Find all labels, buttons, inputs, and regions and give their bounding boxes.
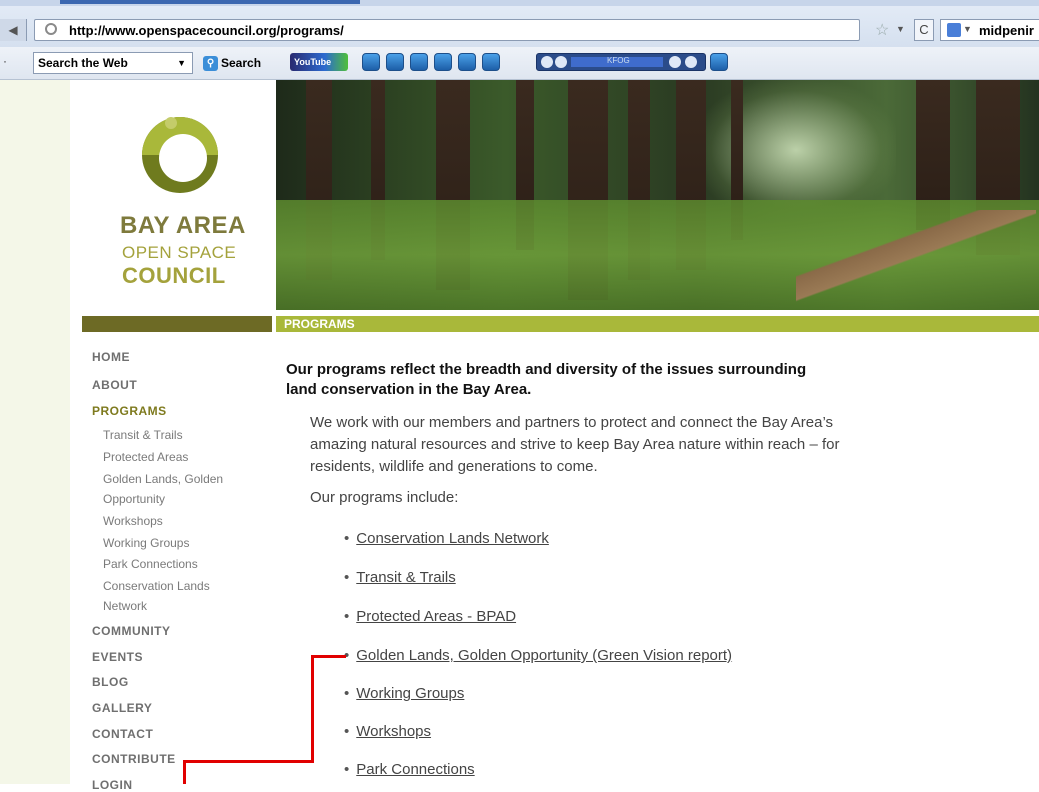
chevron-down-icon[interactable]: ▼ bbox=[896, 24, 905, 34]
chevron-down-icon[interactable]: ▼ bbox=[963, 24, 972, 34]
toolbar-app-icon[interactable] bbox=[458, 53, 476, 71]
intro-heading: Our programs reflect the breadth and div… bbox=[286, 361, 807, 398]
link-transit-trails[interactable]: Transit & Trails bbox=[356, 569, 455, 586]
engine-search-field[interactable]: ▼ midpenir bbox=[940, 19, 1039, 41]
hero-forest-image bbox=[276, 80, 1039, 310]
toolbar-app-icon[interactable] bbox=[410, 53, 428, 71]
toolbar-search-text: Search the Web bbox=[38, 56, 128, 70]
toolbar-app-icon[interactable] bbox=[482, 53, 500, 71]
intro-paragraph: We work with our members and partners to… bbox=[310, 414, 840, 475]
link-conservation-lands-network[interactable]: Conservation Lands Network bbox=[356, 530, 549, 547]
nav-header-bar bbox=[82, 316, 272, 332]
bookmark-star-icon[interactable]: ☆ bbox=[875, 20, 889, 40]
search-engine-icon[interactable] bbox=[947, 23, 961, 37]
youtube-icon[interactable]: YouTube bbox=[290, 53, 348, 71]
nav-sub-workshops[interactable]: Workshops bbox=[103, 514, 163, 528]
logo-ring-icon bbox=[142, 117, 218, 193]
options-icon[interactable] bbox=[685, 56, 697, 68]
nav-contribute[interactable]: CONTRIBUTE bbox=[92, 752, 176, 766]
logo-text-open-space: OPEN SPACE bbox=[122, 243, 237, 262]
toolbar-app-icon[interactable] bbox=[386, 53, 404, 71]
nav-sub-conservation-lands-cont[interactable]: Network bbox=[103, 599, 147, 613]
nav-sub-transit-trails[interactable]: Transit & Trails bbox=[103, 428, 183, 442]
logo-text-council: COUNCIL bbox=[122, 263, 226, 288]
radio-player[interactable]: KFOG bbox=[536, 53, 706, 71]
link-golden-lands[interactable]: Golden Lands, Golden Opportunity (Green … bbox=[356, 647, 732, 664]
annotation-line bbox=[311, 655, 314, 763]
addon-toolbar: · Search the Web ▼ ⚲ Search YouTube KFOG bbox=[0, 47, 1039, 80]
nav-sub-golden-lands-cont[interactable]: Opportunity bbox=[103, 492, 165, 506]
list-item: • Conservation Lands Network bbox=[344, 530, 549, 547]
link-park-connections[interactable]: Park Connections bbox=[356, 761, 474, 778]
nav-sub-park-connections[interactable]: Park Connections bbox=[103, 557, 198, 571]
toolbar-search-button[interactable]: ⚲ Search bbox=[203, 52, 261, 74]
toolbar-app-icon[interactable] bbox=[362, 53, 380, 71]
list-item: • Working Groups bbox=[344, 685, 465, 702]
link-workshops[interactable]: Workshops bbox=[356, 723, 431, 740]
nav-sub-golden-lands[interactable]: Golden Lands, Golden bbox=[103, 472, 223, 486]
toolbar-grip-icon: · bbox=[3, 54, 7, 68]
nav-community[interactable]: COMMUNITY bbox=[92, 624, 171, 638]
nav-contact[interactable]: CONTACT bbox=[92, 727, 153, 741]
volume-icon[interactable] bbox=[669, 56, 681, 68]
list-item: • Protected Areas - BPAD bbox=[344, 608, 517, 625]
nav-sub-working-groups[interactable]: Working Groups bbox=[103, 536, 189, 550]
link-protected-areas-bpad[interactable]: Protected Areas - BPAD bbox=[356, 608, 516, 625]
reload-button[interactable]: C bbox=[914, 19, 934, 41]
site-logo[interactable]: BAY AREA OPEN SPACE COUNCIL bbox=[70, 80, 276, 316]
page-icon bbox=[45, 23, 57, 35]
list-item: • Park Connections bbox=[344, 761, 475, 778]
link-working-groups[interactable]: Working Groups bbox=[356, 685, 464, 702]
toolbar-app-icon[interactable] bbox=[710, 53, 728, 71]
url-field[interactable]: http://www.openspacecouncil.org/programs… bbox=[34, 19, 860, 41]
nav-programs[interactable]: PROGRAMS bbox=[92, 404, 167, 418]
toolbar-search-input[interactable]: Search the Web ▼ bbox=[33, 52, 193, 74]
browser-address-bar: ◀ http://www.openspacecouncil.org/progra… bbox=[0, 0, 1039, 48]
toolbar-search-label: Search bbox=[221, 56, 262, 70]
nav-login[interactable]: LOGIN bbox=[92, 778, 133, 792]
toolbar-app-icon[interactable] bbox=[434, 53, 452, 71]
nav-sub-conservation-lands[interactable]: Conservation Lands bbox=[103, 579, 210, 593]
list-item: • Golden Lands, Golden Opportunity (Green… bbox=[344, 647, 733, 664]
radio-station-label: KFOG bbox=[607, 56, 630, 65]
nav-about[interactable]: ABOUT bbox=[92, 378, 137, 392]
play-icon[interactable] bbox=[541, 56, 553, 68]
chevron-down-icon[interactable]: ▼ bbox=[177, 58, 186, 68]
annotation-line bbox=[183, 760, 186, 784]
tab-strip bbox=[0, 0, 1039, 6]
section-title: PROGRAMS bbox=[284, 317, 355, 331]
nav-home[interactable]: HOME bbox=[92, 350, 130, 364]
programs-intro-label: Our programs include: bbox=[310, 489, 459, 506]
page-margin bbox=[0, 80, 70, 784]
search-icon: ⚲ bbox=[203, 56, 218, 72]
engine-search-text: midpenir bbox=[979, 23, 1034, 38]
logo-text-bay-area: BAY AREA bbox=[120, 212, 246, 239]
nav-events[interactable]: EVENTS bbox=[92, 650, 143, 664]
list-item: • Workshops bbox=[344, 723, 432, 740]
back-button[interactable]: ◀ bbox=[0, 19, 27, 41]
nav-blog[interactable]: BLOG bbox=[92, 675, 129, 689]
url-text: http://www.openspacecouncil.org/programs… bbox=[69, 23, 344, 38]
annotation-line bbox=[312, 655, 346, 658]
stop-icon[interactable] bbox=[555, 56, 567, 68]
nav-sub-protected-areas[interactable]: Protected Areas bbox=[103, 450, 188, 464]
nav-gallery[interactable]: GALLERY bbox=[92, 701, 152, 715]
annotation-line bbox=[184, 760, 314, 763]
section-title-bar: PROGRAMS bbox=[276, 316, 1039, 332]
list-item: • Transit & Trails bbox=[344, 569, 456, 586]
